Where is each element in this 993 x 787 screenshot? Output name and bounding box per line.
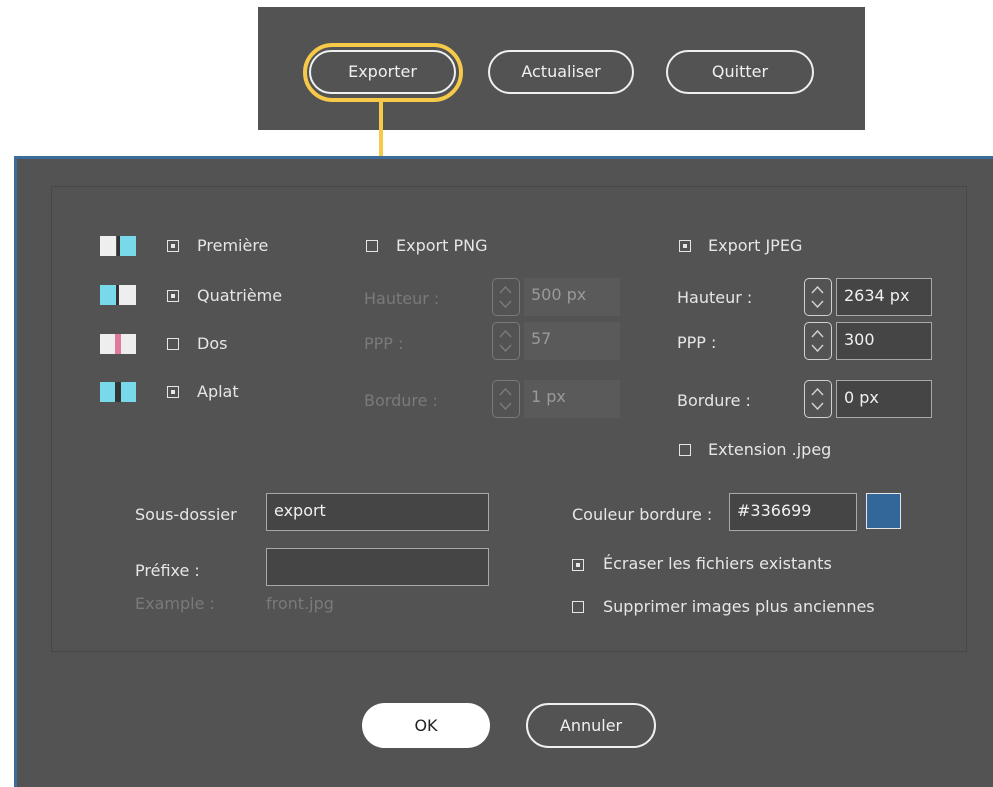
chevron-down-icon xyxy=(811,344,824,353)
jpeg-height-label: Hauteur : xyxy=(677,288,753,307)
checkbox-overwrite[interactable] xyxy=(572,559,584,571)
jpeg-ppp-field[interactable]: 300 xyxy=(836,322,932,360)
chevron-down-icon xyxy=(499,300,512,309)
chevron-down-icon xyxy=(811,300,824,309)
checkbox-export-jpeg[interactable] xyxy=(679,240,691,252)
label-export-jpeg: Export JPEG xyxy=(708,236,803,255)
chevron-down-icon xyxy=(499,402,512,411)
chevron-up-icon xyxy=(499,285,512,294)
label-aplat: Aplat xyxy=(197,382,239,401)
example-label: Example : xyxy=(135,594,215,613)
chevron-up-icon xyxy=(499,329,512,338)
cancel-button[interactable]: Annuler xyxy=(526,703,656,748)
export-button[interactable]: Exporter xyxy=(309,50,456,94)
jpeg-border-label: Bordure : xyxy=(677,391,751,410)
checkbox-premiere[interactable] xyxy=(167,240,179,252)
spine-icon xyxy=(100,334,136,354)
settings-panel xyxy=(51,186,967,652)
jpeg-border-field[interactable]: 0 px xyxy=(836,380,932,418)
jpeg-border-stepper[interactable] xyxy=(804,380,832,418)
prefix-label: Préfixe : xyxy=(135,561,200,580)
png-height-label: Hauteur : xyxy=(364,289,440,308)
label-premiere: Première xyxy=(197,236,269,255)
png-border-label: Bordure : xyxy=(364,391,438,410)
chevron-up-icon xyxy=(811,387,824,396)
png-ppp-label: PPP : xyxy=(364,334,404,353)
cover-front-icon xyxy=(100,236,136,256)
checkbox-extension-jpeg[interactable] xyxy=(679,444,691,456)
label-quatrieme: Quatrième xyxy=(197,286,283,305)
subfolder-label: Sous-dossier xyxy=(135,505,237,524)
chevron-up-icon xyxy=(811,329,824,338)
subfolder-input[interactable]: export xyxy=(266,493,489,531)
chevron-up-icon xyxy=(499,387,512,396)
checkbox-delete-old[interactable] xyxy=(572,601,584,613)
label-dos: Dos xyxy=(197,334,228,353)
cover-back-icon xyxy=(100,285,136,305)
checkbox-export-png[interactable] xyxy=(366,240,378,252)
chevron-down-icon xyxy=(811,402,824,411)
label-export-png: Export PNG xyxy=(396,236,488,255)
border-color-input[interactable]: #336699 xyxy=(729,493,857,531)
png-ppp-stepper[interactable] xyxy=(492,322,520,360)
checkbox-dos[interactable] xyxy=(167,338,179,350)
chevron-down-icon xyxy=(499,344,512,353)
label-delete-old: Supprimer images plus anciennes xyxy=(603,597,875,616)
quit-button[interactable]: Quitter xyxy=(666,50,814,94)
jpeg-height-field[interactable]: 2634 px xyxy=(836,278,932,316)
label-overwrite: Écraser les fichiers existants xyxy=(603,554,832,573)
png-height-field[interactable]: 500 px xyxy=(524,278,620,316)
border-color-swatch[interactable] xyxy=(866,493,901,529)
jpeg-height-stepper[interactable] xyxy=(804,278,832,316)
chevron-up-icon xyxy=(811,285,824,294)
jpeg-ppp-stepper[interactable] xyxy=(804,322,832,360)
refresh-button[interactable]: Actualiser xyxy=(488,50,634,94)
png-border-field[interactable]: 1 px xyxy=(524,380,620,418)
checkbox-aplat[interactable] xyxy=(167,386,179,398)
flat-cover-icon xyxy=(100,382,136,402)
png-border-stepper[interactable] xyxy=(492,380,520,418)
border-color-label: Couleur bordure : xyxy=(572,505,713,524)
example-value: front.jpg xyxy=(266,594,334,613)
checkbox-quatrieme[interactable] xyxy=(167,290,179,302)
png-ppp-field[interactable]: 57 xyxy=(524,322,620,360)
label-extension-jpeg: Extension .jpeg xyxy=(708,440,832,459)
png-height-stepper[interactable] xyxy=(492,278,520,316)
prefix-input[interactable] xyxy=(266,548,489,586)
ok-button[interactable]: OK xyxy=(362,703,490,748)
jpeg-ppp-label: PPP : xyxy=(677,333,717,352)
